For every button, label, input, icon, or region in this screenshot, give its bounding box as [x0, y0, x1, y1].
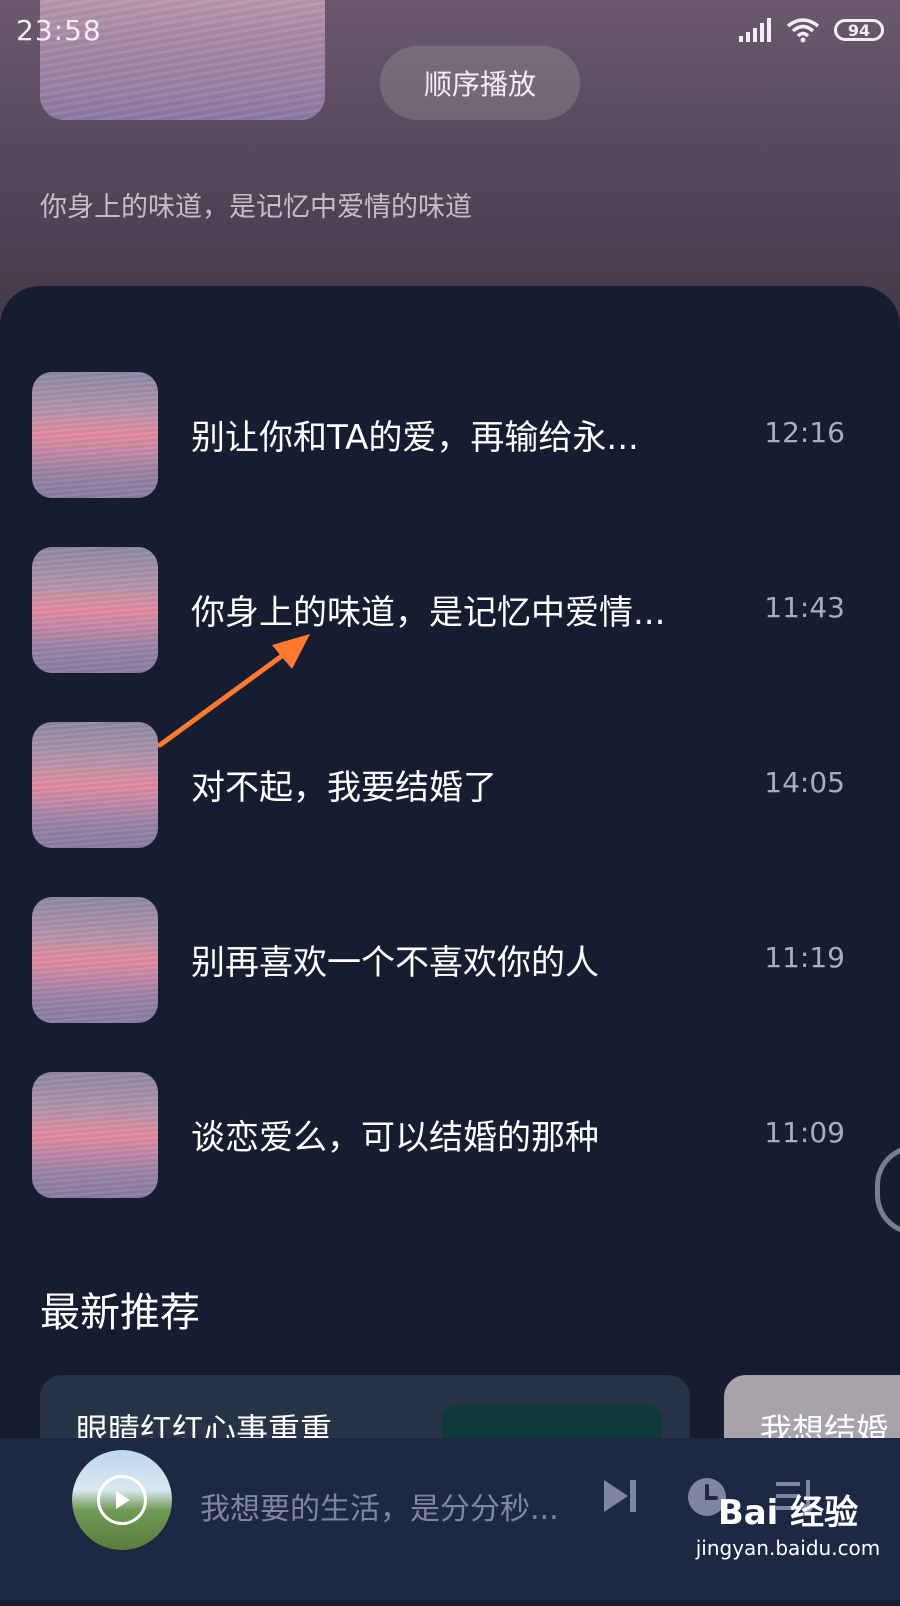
watermark-logo: Bai 经验 [717, 1493, 859, 1533]
play-button[interactable] [97, 1475, 147, 1525]
track-duration: 11:19 [764, 941, 845, 974]
track-duration: 11:09 [764, 1116, 845, 1149]
track-title: 你身上的味道，是记忆中爱情... [191, 593, 666, 633]
next-track-icon[interactable] [600, 1476, 640, 1516]
track-title: 别让你和TA的爱，再输给永... [191, 418, 639, 458]
recommend-section-title: 最新推荐 [40, 1290, 200, 1336]
battery-level: 94 [847, 20, 871, 40]
status-time: 23:58 [16, 13, 102, 47]
album-subtitle: 你身上的味道，是记忆中爱情的味道 [40, 192, 472, 223]
track-row[interactable]: 谈恋爱么，可以结婚的那种 11:09 [0, 1072, 900, 1198]
now-playing-cover[interactable] [72, 1450, 172, 1550]
play-icon [116, 1491, 130, 1509]
track-title: 谈恋爱么，可以结婚的那种 [191, 1118, 599, 1158]
track-thumbnail [32, 722, 158, 848]
track-thumbnail [32, 547, 158, 673]
track-title: 别再喜欢一个不喜欢你的人 [191, 943, 599, 983]
now-playing-title: 我想要的生活，是分分秒... [200, 1492, 559, 1527]
signal-icon [739, 18, 771, 42]
battery-indicator: 94 [834, 19, 884, 41]
play-mode-label: 顺序播放 [423, 68, 536, 101]
track-thumbnail [32, 897, 158, 1023]
track-duration: 14:05 [764, 766, 845, 799]
track-row[interactable]: 别再喜欢一个不喜欢你的人 11:19 [0, 897, 900, 1023]
track-duration: 12:16 [764, 416, 845, 449]
track-row[interactable]: 你身上的味道，是记忆中爱情... 11:43 [0, 547, 900, 673]
watermark-url: jingyan.baidu.com [695, 1536, 881, 1560]
wifi-icon [786, 18, 820, 43]
play-mode-button[interactable]: 顺序播放 [380, 46, 580, 120]
track-row[interactable]: 对不起，我要结婚了 14:05 [0, 722, 900, 848]
track-row[interactable]: 别让你和TA的爱，再输给永... 12:16 [0, 372, 900, 498]
baidu-jingyan-watermark: Bai 经验 jingyan.baidu.com [688, 1485, 888, 1595]
track-title: 对不起，我要结婚了 [191, 768, 497, 808]
track-duration: 11:43 [764, 591, 845, 624]
track-thumbnail [32, 1072, 158, 1198]
track-thumbnail [32, 372, 158, 498]
